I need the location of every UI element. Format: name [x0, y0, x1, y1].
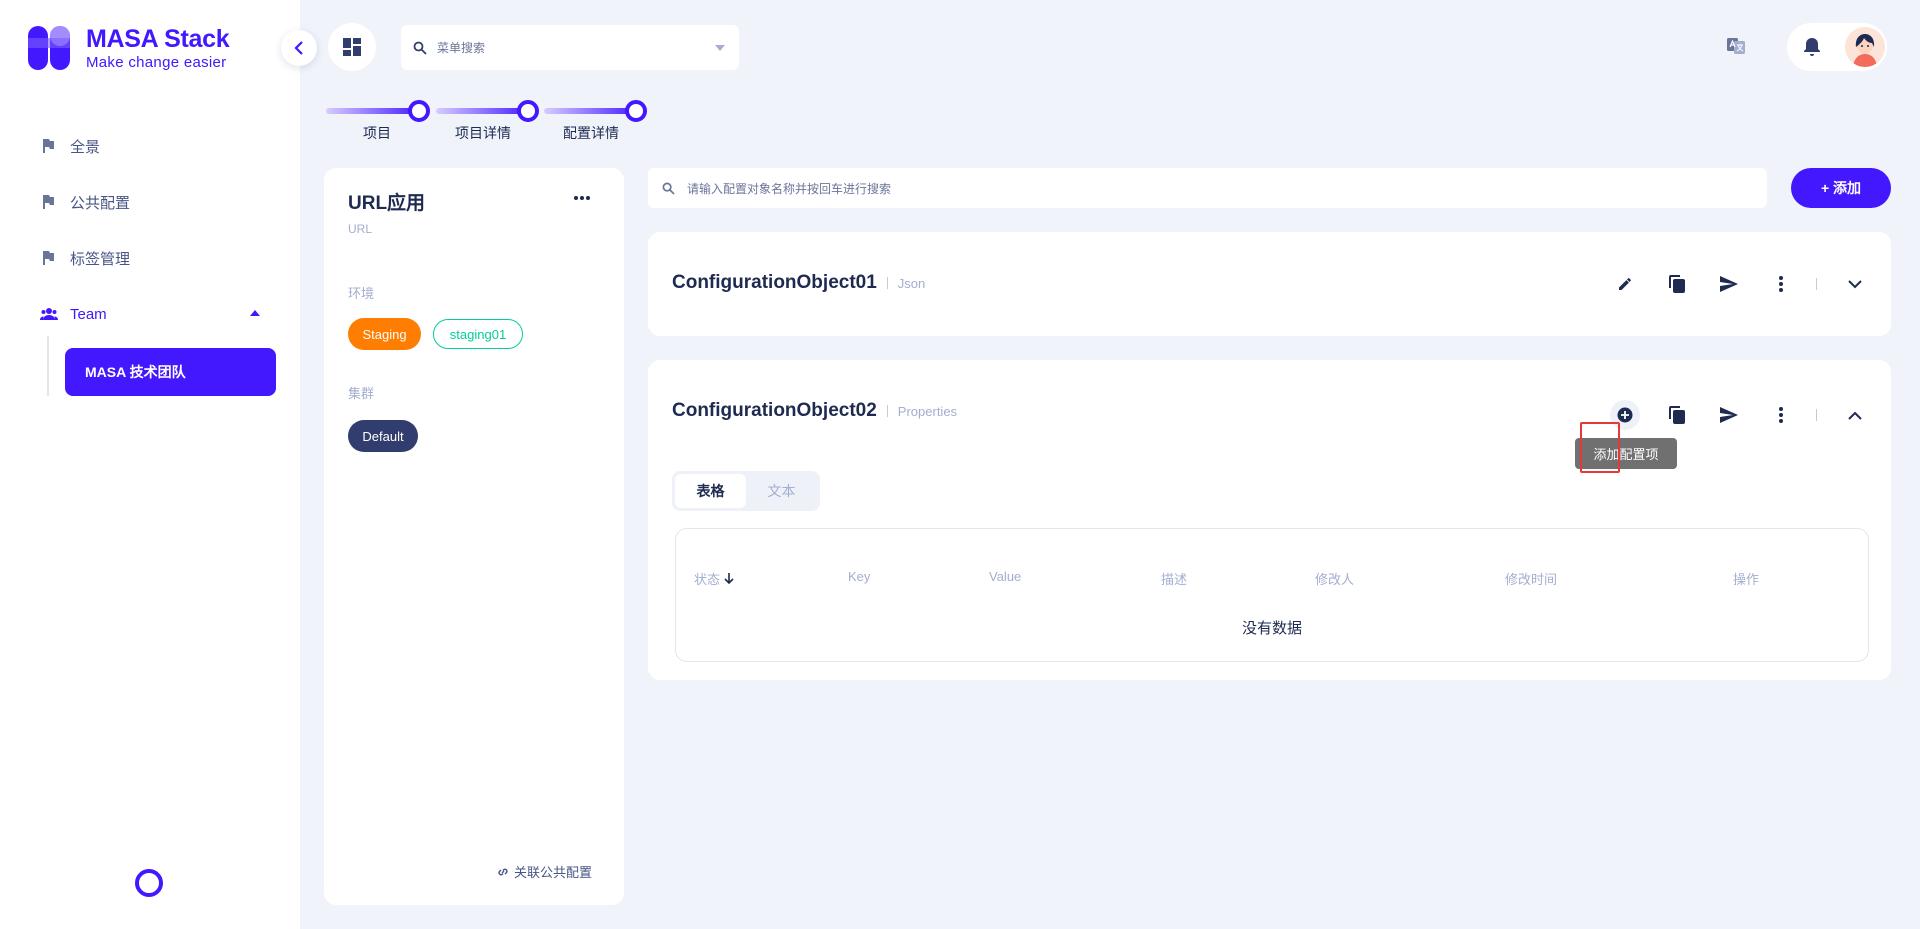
- copy-icon[interactable]: [1662, 400, 1692, 430]
- app-subtitle: URL: [348, 222, 373, 236]
- step-label-project-detail[interactable]: 项目详情: [455, 123, 511, 143]
- translate-button[interactable]: [1726, 36, 1746, 56]
- config-card: ConfigurationObject01 Json: [648, 232, 1891, 336]
- flag-icon: [40, 250, 56, 266]
- search-icon: [662, 182, 675, 195]
- dashboard-icon: [343, 38, 361, 56]
- link-public-config[interactable]: 关联公共配置: [496, 862, 592, 881]
- menu-search-input[interactable]: 菜单搜索: [401, 25, 739, 70]
- column-header-value[interactable]: Value: [989, 569, 1021, 584]
- dashboard-button[interactable]: [328, 23, 376, 71]
- app-title: URL应用: [348, 193, 426, 214]
- sidebar-item-label-management[interactable]: 标签管理: [0, 230, 300, 286]
- breadcrumb-steps: 项目 项目详情 配置详情: [326, 96, 656, 146]
- view-tabs: 表格 文本: [672, 471, 820, 511]
- column-header-modifier[interactable]: 修改人: [1315, 569, 1354, 588]
- cluster-label: 集群: [348, 386, 375, 401]
- add-config-object-button[interactable]: + 添加: [1791, 168, 1891, 208]
- sidebar-item-label: Team: [70, 305, 107, 323]
- flag-icon: [40, 194, 56, 210]
- more-vertical-icon[interactable]: [1766, 269, 1796, 299]
- column-header-key[interactable]: Key: [848, 569, 870, 584]
- plus-circle-icon: [1617, 407, 1633, 423]
- env-chip-staging[interactable]: Staging: [348, 318, 421, 350]
- highlight-box: [1580, 422, 1620, 473]
- chevron-left-icon: [294, 41, 304, 55]
- more-vertical-icon[interactable]: [1766, 400, 1796, 430]
- config-items-table: 状态 Key Value 描述 修改人 修改时间 操作 没有数据: [675, 528, 1869, 662]
- more-horizontal-icon[interactable]: [574, 196, 590, 200]
- translate-icon: [1726, 36, 1746, 56]
- sidebar-item-label: 全景: [70, 138, 101, 156]
- config-format: Properties: [897, 404, 958, 419]
- collapse-sidebar-button[interactable]: [281, 30, 317, 66]
- sidebar-item-masa-team[interactable]: MASA 技术团队: [65, 348, 276, 396]
- divider: [1816, 278, 1817, 290]
- divider: [1816, 409, 1817, 421]
- step-dot-config-detail[interactable]: [625, 100, 647, 122]
- sidebar-item-public-config[interactable]: 公共配置: [0, 174, 300, 230]
- copy-icon[interactable]: [1662, 269, 1692, 299]
- column-header-label: 状态: [694, 572, 721, 587]
- link-icon: [496, 865, 510, 879]
- step-label-config-detail[interactable]: 配置详情: [563, 123, 619, 143]
- config-name: ConfigurationObject02: [672, 400, 877, 421]
- brand-tagline: Make change easier: [86, 53, 227, 71]
- config-search-input[interactable]: 请输入配置对象名称并按回车进行搜索: [648, 168, 1767, 208]
- cluster-chip-default[interactable]: Default: [348, 420, 418, 452]
- send-icon[interactable]: [1714, 269, 1744, 299]
- config-name: ConfigurationObject01: [672, 272, 877, 293]
- config-format: Json: [897, 276, 926, 291]
- arrow-down-icon: [724, 572, 734, 585]
- masa-logo-icon: [28, 26, 72, 70]
- step-dot-project[interactable]: [408, 100, 430, 122]
- column-header-description[interactable]: 描述: [1161, 569, 1187, 588]
- divider: [886, 405, 888, 417]
- sidebar-item-label: 公共配置: [70, 194, 131, 212]
- step-dot-project-detail[interactable]: [517, 100, 539, 122]
- user-area: [1787, 23, 1887, 71]
- env-chip-staging01[interactable]: staging01: [433, 319, 523, 349]
- menu-search-placeholder: 菜单搜索: [437, 41, 486, 55]
- team-icon: [40, 306, 58, 322]
- column-header-actions: 操作: [1733, 572, 1760, 587]
- column-header-modified-time[interactable]: 修改时间: [1505, 569, 1557, 588]
- flag-icon: [40, 138, 56, 154]
- tab-table[interactable]: 表格: [675, 474, 746, 508]
- divider: [886, 277, 888, 289]
- sidebar-nav: 全景 公共配置 标签管理 Team: [0, 118, 300, 342]
- chevron-up-icon[interactable]: [1840, 400, 1870, 430]
- sidebar-item-team[interactable]: Team: [0, 286, 300, 342]
- bell-icon[interactable]: [1801, 36, 1823, 58]
- link-public-config-label: 关联公共配置: [514, 865, 593, 880]
- sidebar-item-overview[interactable]: 全景: [0, 118, 300, 174]
- env-label: 环境: [348, 286, 375, 301]
- app-info-panel: URL应用 URL 环境 Staging staging01 集群 Defaul…: [324, 168, 624, 905]
- edit-icon[interactable]: [1610, 269, 1640, 299]
- tree-line: [47, 336, 49, 396]
- dropdown-arrow-icon: [715, 44, 725, 51]
- send-icon[interactable]: [1714, 400, 1744, 430]
- logo[interactable]: MASA Stack Make change easier: [28, 24, 230, 71]
- config-search-placeholder: 请输入配置对象名称并按回车进行搜索: [687, 181, 892, 196]
- empty-state-text: 没有数据: [1241, 620, 1302, 637]
- step-label-project[interactable]: 项目: [363, 123, 391, 143]
- caret-up-icon: [250, 310, 260, 316]
- brand-title: MASA Stack: [86, 24, 230, 53]
- loading-ring-icon: [135, 869, 163, 897]
- column-header-status[interactable]: 状态: [694, 569, 734, 588]
- tab-text[interactable]: 文本: [746, 474, 817, 508]
- config-card: ConfigurationObject02 Properties 表格 文本 状…: [648, 360, 1891, 680]
- search-icon: [413, 41, 427, 55]
- sidebar: MASA Stack Make change easier 全景 公共配置 标签…: [0, 0, 300, 929]
- avatar[interactable]: [1845, 27, 1885, 67]
- chevron-down-icon[interactable]: [1840, 269, 1870, 299]
- sidebar-item-label: 标签管理: [70, 250, 131, 268]
